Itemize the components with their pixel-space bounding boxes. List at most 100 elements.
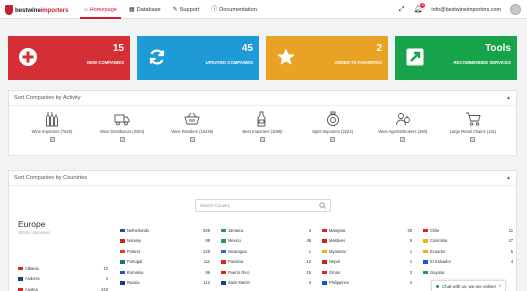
card-label: Added to Favorites [334, 60, 382, 65]
user-email[interactable]: info@bestwineimporters.com [431, 7, 501, 13]
region-name: Europe [18, 219, 46, 229]
country-search-input[interactable]: Search Country [195, 199, 331, 212]
flag-icon [322, 260, 327, 264]
nav-homepage[interactable]: ⌂ Homepage [78, 0, 123, 19]
country-row[interactable]: Panama 12 [221, 257, 311, 268]
star-icon [275, 46, 297, 68]
activity-checkbox[interactable] [330, 137, 336, 142]
agent-handshake-icon [395, 111, 411, 127]
country-row[interactable]: Mexico 49 [221, 236, 311, 247]
nav-support[interactable]: ✎ Support [167, 0, 206, 19]
country-row[interactable]: Jamaica 3 [221, 225, 311, 236]
country-column: Chile 11 Colombia 27 Ecuador 5 El Salvador 4 Guy… [423, 225, 513, 278]
search-placeholder: Search Country [200, 203, 230, 208]
country-row[interactable]: Ecuador 5 [423, 246, 513, 257]
country-count: 4 [105, 276, 108, 282]
country-count: 3 [308, 280, 311, 286]
topbar-right: ⤢ 🔔︎ 6 info@bestwineimporters.com [399, 0, 521, 19]
country-row[interactable]: Saint Martin 3 [221, 278, 311, 289]
country-name: Oman [329, 269, 341, 275]
country-name: Maldives [329, 238, 346, 244]
notification-badge: 6 [420, 3, 426, 8]
country-name: Albania [25, 265, 39, 271]
chat-widget[interactable]: Chat with us, we are online! ^ [431, 280, 506, 291]
country-row[interactable]: Maldives 5 [322, 236, 412, 247]
activity-large-retail[interactable]: Large Retail Chains (131) [440, 111, 506, 142]
country-row[interactable]: Portugal 111 [120, 257, 210, 268]
chevron-up-icon[interactable]: ▲ [506, 95, 511, 101]
country-row[interactable]: El Salvador 4 [423, 257, 513, 268]
activity-spirit-importers[interactable]: Spirit Importers (2224) [300, 111, 366, 142]
country-row[interactable]: Poland 229 [120, 246, 210, 257]
activity-beer-importers[interactable]: Beer Importers (1085) [229, 111, 295, 142]
flag-icon [120, 249, 125, 253]
country-row[interactable]: Andorra 4 [18, 274, 108, 285]
activity-wine-distributors[interactable]: Wine Distributors (3394) [89, 111, 155, 142]
activity-checkbox[interactable] [49, 137, 55, 142]
flag-icon [18, 287, 23, 291]
activity-checkbox[interactable] [400, 137, 406, 142]
fullscreen-icon[interactable]: ⤢ [399, 6, 405, 13]
country-name: Russia [127, 280, 140, 286]
region-count: 18046 companies [18, 230, 51, 235]
nav-database[interactable]: ▦ Database [123, 0, 167, 19]
country-row[interactable]: Russia 112 [120, 278, 210, 289]
country-row[interactable]: Netherlands 928 [120, 225, 210, 236]
card-tools[interactable]: Tools Recommended Services [395, 36, 517, 80]
country-row[interactable]: Chile 11 [423, 225, 513, 236]
country-row[interactable]: Romania 96 [120, 267, 210, 278]
activity-label: Wine Importers (7626) [31, 129, 73, 134]
avatar[interactable] [510, 4, 521, 15]
brand-logo[interactable]: bestwineimporters [5, 4, 68, 16]
activity-checkbox[interactable] [119, 137, 125, 142]
country-row[interactable]: Nicaragua 1 [221, 246, 311, 257]
flag-icon [221, 239, 226, 243]
card-updated-companies[interactable]: 45 Updated Companies [137, 36, 259, 80]
card-new-companies[interactable]: 15 New Companies [8, 36, 130, 80]
country-name: Netherlands [127, 227, 150, 233]
country-row[interactable]: Nepal 1 [322, 257, 412, 268]
activity-list: Wine Importers (7626) Wine Distributors … [19, 111, 506, 142]
activity-checkbox[interactable] [259, 137, 265, 142]
online-status-icon [436, 284, 439, 288]
chevron-up-icon[interactable]: ▲ [506, 175, 511, 181]
bell-icon[interactable]: 🔔︎ 6 [414, 3, 426, 13]
country-row[interactable]: Malaysia 28 [322, 225, 412, 236]
country-row[interactable]: Albania 10 [18, 263, 108, 274]
activity-wine-agents[interactable]: Wine Agents/Brokers (250) [370, 111, 436, 142]
country-name: Guyana [430, 269, 445, 275]
country-count: 928 [203, 227, 210, 233]
country-count: 49 [306, 238, 311, 244]
card-added-favorites[interactable]: 2 Added to Favorites [266, 36, 388, 80]
country-count: 28 [407, 227, 412, 233]
country-row[interactable]: Myanmar 1 [322, 246, 412, 257]
country-row[interactable]: Norway 88 [120, 236, 210, 247]
chevron-up-icon: ^ [498, 283, 501, 289]
country-column: Netherlands 928 Norway 88 Poland 229 Portugal 1… [120, 225, 210, 288]
nav-documentation[interactable]: ⓘ Documentation [205, 0, 263, 19]
flag-icon [423, 260, 428, 264]
country-name: El Salvador [430, 259, 451, 265]
countries-panel-header[interactable]: Sort Companies by Countries ▲ [9, 171, 516, 186]
country-column: Malaysia 28 Maldives 5 Myanmar 1 Nepal 1 Oman 3 Ph… [322, 225, 412, 288]
country-row[interactable]: Philippines 4 [322, 278, 412, 289]
country-row[interactable]: Austria 243 [18, 284, 108, 291]
card-label: Recommended Services [453, 60, 511, 65]
flag-icon [120, 270, 125, 274]
country-name: Myanmar [329, 248, 347, 254]
country-row[interactable]: Colombia 27 [423, 236, 513, 247]
activity-panel-header[interactable]: Sort Companies by Activity ▲ [9, 91, 516, 106]
country-name: Andorra [25, 276, 40, 282]
flag-icon [221, 281, 226, 285]
activity-checkbox[interactable] [470, 137, 476, 142]
activity-checkbox[interactable] [189, 137, 195, 142]
activity-wine-importers[interactable]: Wine Importers (7626) [19, 111, 85, 142]
activity-label: Beer Importers (1085) [242, 129, 283, 134]
country-count: 1 [409, 259, 412, 265]
country-row[interactable]: Oman 3 [322, 267, 412, 278]
country-count: 1 [409, 248, 412, 254]
country-row[interactable]: Puerto Rico 15 [221, 267, 311, 278]
activity-wine-retailers[interactable]: Wine Retailers (10436) [159, 111, 225, 142]
country-row[interactable]: Guyana [423, 267, 513, 278]
country-count: 12 [306, 259, 311, 265]
